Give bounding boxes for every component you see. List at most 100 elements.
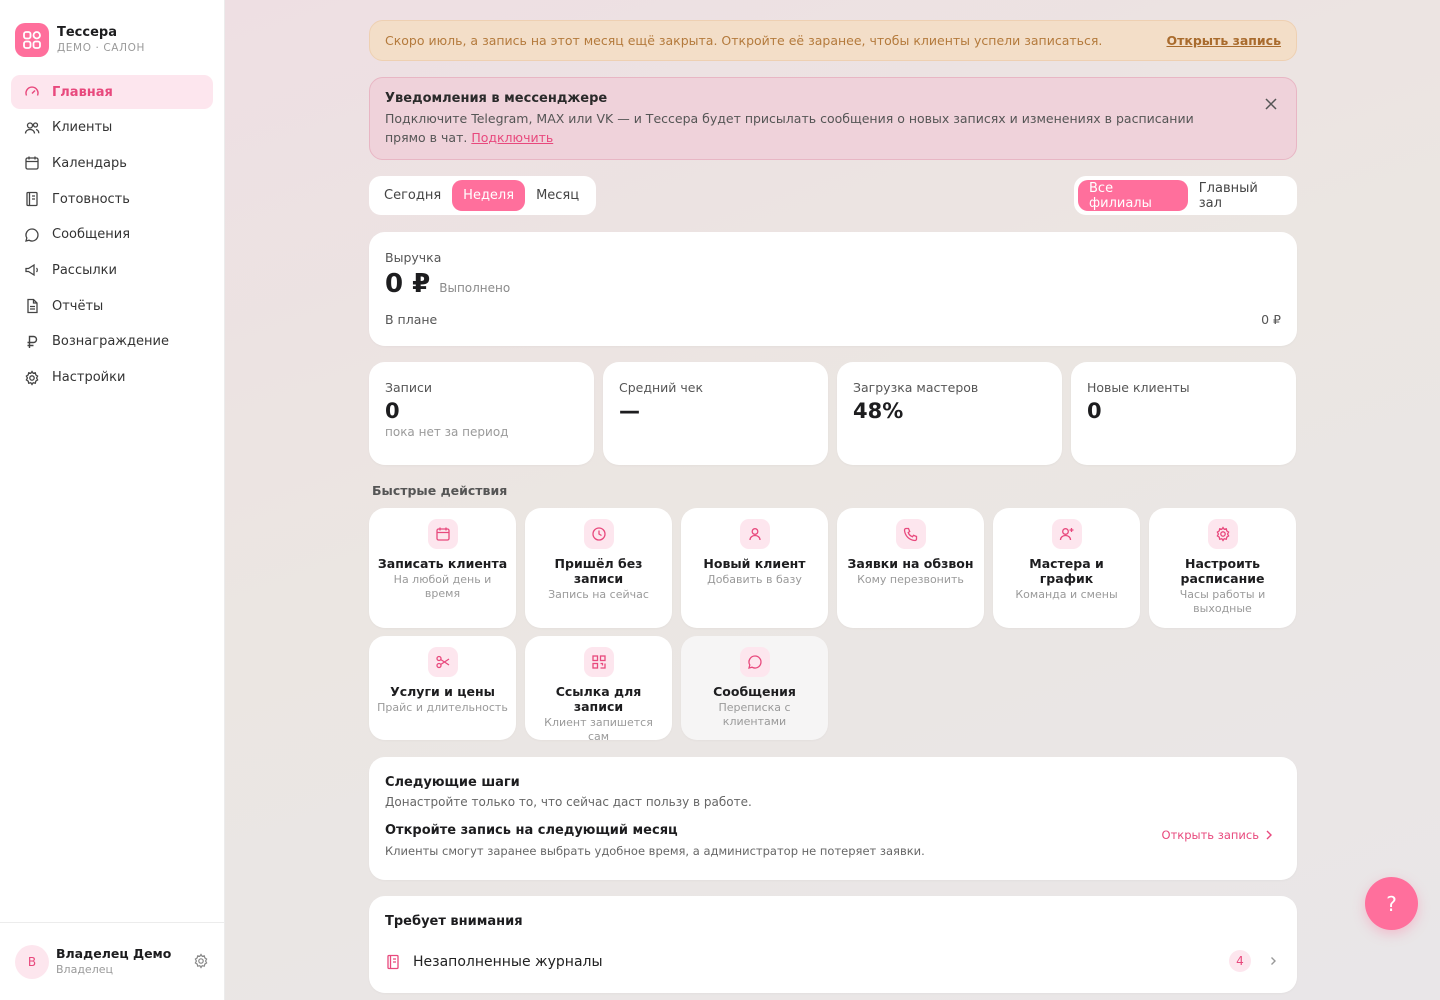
stat-value: — (619, 399, 640, 423)
action-title: Ссылка для записи (555, 684, 642, 714)
stat-value: 48% (853, 399, 904, 423)
branch-switch: Все филиалы Главный зал (1074, 176, 1297, 215)
warning-text: Скоро июль, а запись на этот месяц ещё з… (385, 33, 1103, 48)
sidebar-item-label: Готовность (52, 191, 130, 207)
next-steps-card: Следующие шаги Донастройте только то, чт… (369, 757, 1297, 880)
connect-link[interactable]: Подключить (471, 130, 553, 145)
notice-title: Уведомления в мессенджере (385, 91, 608, 106)
stat-sub: пока нет за период (385, 425, 509, 439)
open-booking-link[interactable]: Открыть запись (1166, 33, 1281, 48)
period-switch: Сегодня Неделя Месяц (369, 176, 596, 215)
sidebar-item-home[interactable]: Главная (11, 75, 213, 109)
action-sub: Команда и смены (1015, 588, 1118, 601)
next-steps-sub: Донастройте только то, что сейчас даст п… (385, 795, 752, 809)
revenue-label: Выручка (385, 250, 442, 265)
sidebar-item-messages[interactable]: Сообщения (11, 218, 213, 252)
action-title: Новый клиент (703, 556, 806, 571)
tab-today[interactable]: Сегодня (373, 180, 452, 211)
action-sub: Переписка с клиентами (718, 701, 791, 728)
action-sub: Запись на сейчас (548, 588, 649, 601)
avatar: В (15, 944, 49, 979)
sidebar-item-label: Главная (52, 84, 113, 100)
stat-label: Средний чек (619, 380, 704, 395)
brand[interactable]: Тессера ДЕМО · САЛОН (15, 23, 145, 57)
sidebar-item-label: Настройки (52, 370, 126, 385)
revenue-card: Выручка 0 ₽ Выполнено В плане 0 ₽ (369, 232, 1297, 346)
action-title: Записать клиента (377, 556, 508, 571)
tab-week[interactable]: Неделя (452, 180, 526, 211)
sidebar-item-calendar[interactable]: Календарь (11, 146, 213, 180)
action-sub: Добавить в базу (707, 573, 802, 586)
attention-row-journals[interactable]: Незаполненные журналы 4 (385, 950, 1281, 974)
tab-month[interactable]: Месяц (525, 180, 590, 211)
brand-logo-icon (15, 23, 49, 57)
action-walk-in[interactable]: Пришёл без записи Запись на сейчас (525, 508, 672, 628)
sidebar-item-label: Сообщения (52, 227, 131, 243)
stat-label: Загрузка мастеров (853, 380, 979, 395)
sidebar-item-settings[interactable]: Настройки (11, 361, 213, 395)
gear-icon (24, 369, 40, 386)
step-link-label: Открыть запись (1161, 828, 1259, 842)
scissors-icon (427, 647, 458, 677)
sidebar-item-reports[interactable]: Отчёты (11, 289, 213, 323)
action-title: Пришёл без записи (554, 556, 643, 586)
sidebar-item-label: Вознаграждение (52, 334, 169, 350)
action-sub: На любой день и время (393, 573, 492, 600)
phone-icon (895, 519, 926, 549)
user-plus-icon (1051, 519, 1082, 549)
sidebar-nav: Главная Клиенты Календарь Готовность Соо… (11, 75, 213, 396)
action-booking-link[interactable]: Ссылка для записи Клиент запишется сам (525, 636, 672, 743)
sidebar-item-clients[interactable]: Клиенты (11, 111, 213, 145)
close-icon[interactable] (1264, 97, 1278, 111)
calendar-icon (24, 155, 40, 171)
attention-label: Незаполненные журналы (413, 954, 603, 970)
chat-icon (24, 227, 40, 243)
stat-value: 0 (1087, 399, 1102, 423)
sidebar-item-label: Рассылки (52, 262, 117, 278)
action-setup-schedule[interactable]: Настроить расписание Часы работы и выход… (1149, 508, 1296, 628)
report-icon (24, 298, 40, 314)
sidebar-item-label: Отчёты (52, 298, 104, 314)
action-title: Настроить расписание (1180, 556, 1265, 586)
action-messages[interactable]: Сообщения Переписка с клиентами (681, 636, 828, 740)
action-title: Заявки на обзвон (847, 556, 974, 571)
revenue-plan-value: 0 ₽ (1261, 312, 1281, 327)
step-desc: Клиенты смогут заранее выбрать удобное в… (385, 844, 925, 858)
action-services-prices[interactable]: Услуги и цены Прайс и длительность (369, 636, 516, 740)
tab-main-hall[interactable]: Главный зал (1188, 180, 1293, 211)
sidebar-item-rewards[interactable]: Вознаграждение (11, 325, 213, 359)
action-title: Услуги и цены (390, 684, 495, 699)
messenger-notice: Уведомления в мессенджере Подключите Tel… (369, 77, 1297, 160)
gear-icon[interactable] (193, 953, 209, 969)
user-profile[interactable]: В Владелец Демо Владелец (0, 922, 224, 1000)
stat-card-new-clients: Новые клиенты 0 (1071, 362, 1296, 465)
help-button[interactable]: ? (1365, 877, 1418, 930)
action-sub: Кому перезвонить (857, 573, 964, 586)
stat-card-master-load: Загрузка мастеров 48% (837, 362, 1062, 465)
attention-title: Требует внимания (385, 914, 523, 929)
action-new-client[interactable]: Новый клиент Добавить в базу (681, 508, 828, 628)
action-book-client[interactable]: Записать клиента На любой день и время (369, 508, 516, 628)
tab-all-branches[interactable]: Все филиалы (1078, 180, 1188, 211)
action-title: Сообщения (713, 684, 796, 699)
sidebar-item-mailings[interactable]: Рассылки (11, 253, 213, 287)
stat-label: Новые клиенты (1087, 380, 1190, 395)
users-icon (24, 120, 40, 136)
notebook-icon (24, 191, 40, 207)
action-callbacks[interactable]: Заявки на обзвон Кому перезвонить (837, 508, 984, 628)
sidebar-item-label: Клиенты (52, 120, 113, 136)
revenue-value: 0 ₽ (385, 269, 431, 299)
qr-icon (583, 647, 614, 677)
count-badge: 4 (1229, 950, 1251, 972)
user-role: Владелец (56, 962, 113, 976)
open-booking-step-link[interactable]: Открыть запись (1162, 828, 1273, 842)
brand-subtitle: ДЕМО · САЛОН (57, 42, 145, 54)
warning-banner: Скоро июль, а запись на этот месяц ещё з… (369, 20, 1297, 61)
user-icon (739, 519, 770, 549)
attention-card: Требует внимания Незаполненные журналы 4 (369, 896, 1297, 993)
chat-icon (739, 647, 770, 677)
sidebar-item-readiness[interactable]: Готовность (11, 182, 213, 216)
stat-card-average-check: Средний чек — (603, 362, 828, 465)
stat-card-bookings: Записи 0 пока нет за период (369, 362, 594, 465)
action-masters-schedule[interactable]: Мастера и график Команда и смены (993, 508, 1140, 628)
